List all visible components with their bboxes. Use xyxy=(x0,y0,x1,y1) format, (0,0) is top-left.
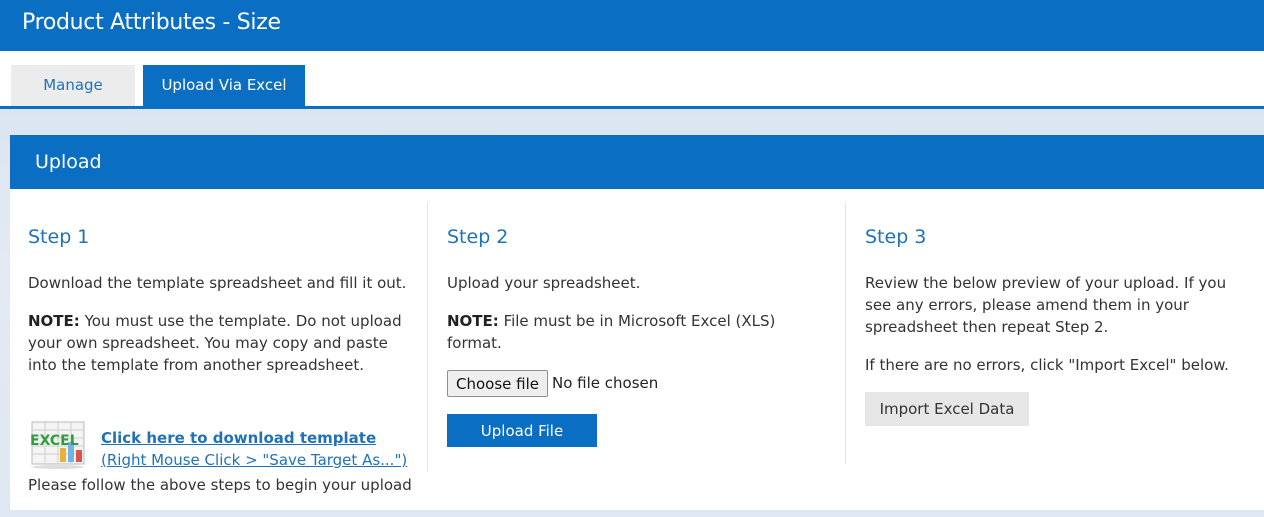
column-divider xyxy=(845,202,846,464)
step-3-column: Step 3 Review the below preview of your … xyxy=(865,202,1250,472)
download-template-hint[interactable]: (Right Mouse Click > "Save Target As..."… xyxy=(101,451,407,469)
step-2-note: NOTE: File must be in Microsoft Excel (X… xyxy=(447,310,832,354)
excel-icon[interactable]: EXCEL xyxy=(28,420,88,470)
note-label: NOTE: xyxy=(447,312,499,330)
panel-title: Upload xyxy=(35,151,102,173)
step-2-column: Step 2 Upload your spreadsheet. NOTE: Fi… xyxy=(447,202,832,472)
step-1-title: Step 1 xyxy=(28,226,90,248)
step-1-column: Step 1 Download the template spreadsheet… xyxy=(28,202,413,494)
choose-file-button[interactable]: Choose file xyxy=(447,370,548,397)
file-status-text: No file chosen xyxy=(552,374,659,392)
panel-header: Upload xyxy=(10,135,1264,189)
follow-steps-text: Please follow the above steps to begin y… xyxy=(28,476,412,494)
step-1-note: NOTE: You must use the template. Do not … xyxy=(28,310,413,376)
page-title: Product Attributes - Size xyxy=(22,10,281,35)
download-template-link[interactable]: Click here to download template xyxy=(101,429,376,447)
tab-upload-via-excel[interactable]: Upload Via Excel xyxy=(143,65,305,106)
title-bar: Product Attributes - Size xyxy=(0,0,1264,51)
step-3-intro: Review the below preview of your upload.… xyxy=(865,274,1227,336)
step-2-title: Step 2 xyxy=(447,226,509,248)
upload-file-button[interactable]: Upload File xyxy=(447,414,597,447)
tab-manage[interactable]: Manage xyxy=(11,65,135,106)
step-1-intro: Download the template spreadsheet and fi… xyxy=(28,274,407,292)
tab-bar: Manage Upload Via Excel xyxy=(0,51,1264,109)
note-label: NOTE: xyxy=(28,312,80,330)
step-3-title: Step 3 xyxy=(865,226,927,248)
step-2-intro: Upload your spreadsheet. xyxy=(447,274,641,292)
step-3-no-errors: If there are no errors, click "Import Ex… xyxy=(865,356,1229,374)
column-divider xyxy=(427,202,428,472)
import-excel-data-button[interactable]: Import Excel Data xyxy=(865,392,1029,426)
note-text: You must use the template. Do not upload… xyxy=(28,312,402,374)
excel-icon-text: EXCEL xyxy=(30,433,79,449)
